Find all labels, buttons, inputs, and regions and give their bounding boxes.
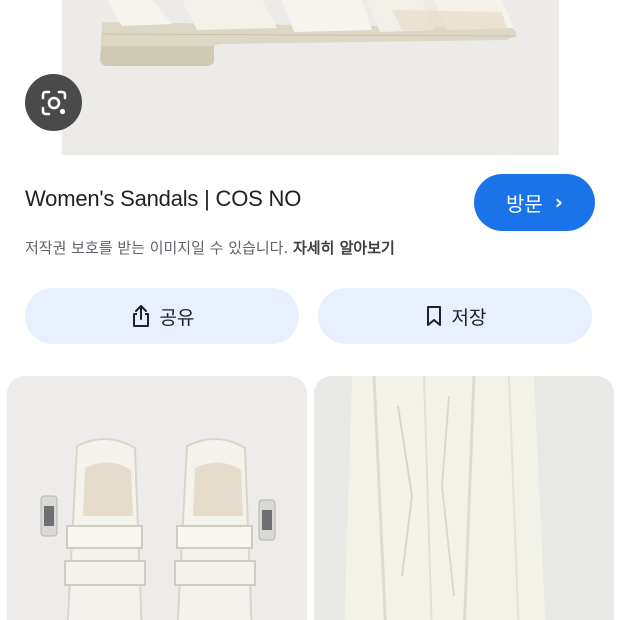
save-button[interactable]: 저장 — [318, 288, 592, 344]
share-button[interactable]: 공유 — [25, 288, 299, 344]
bookmark-icon — [426, 306, 441, 326]
visit-button[interactable]: 방문 › — [474, 174, 595, 231]
related-image-trousers[interactable] — [314, 376, 614, 620]
learn-more-link[interactable]: 자세히 알아보기 — [293, 239, 395, 257]
hero-image-area — [0, 0, 620, 155]
lens-search-button[interactable] — [25, 74, 82, 131]
copyright-notice: 저작권 보호를 받는 이미지일 수 있습니다. 자세히 알아보기 — [25, 237, 395, 258]
save-label: 저장 — [451, 306, 487, 329]
share-label: 공유 — [159, 306, 195, 329]
share-icon — [132, 305, 149, 327]
result-title[interactable]: Women's Sandals | COS NO — [25, 186, 301, 212]
hero-product-image[interactable] — [62, 0, 559, 155]
copyright-text: 저작권 보호를 받는 이미지일 수 있습니다. — [25, 239, 289, 257]
related-image-sandals[interactable] — [7, 376, 307, 620]
lens-search-icon — [41, 90, 66, 115]
visit-button-label: 방문 — [505, 192, 543, 216]
chevron-right-icon: › — [554, 189, 564, 214]
